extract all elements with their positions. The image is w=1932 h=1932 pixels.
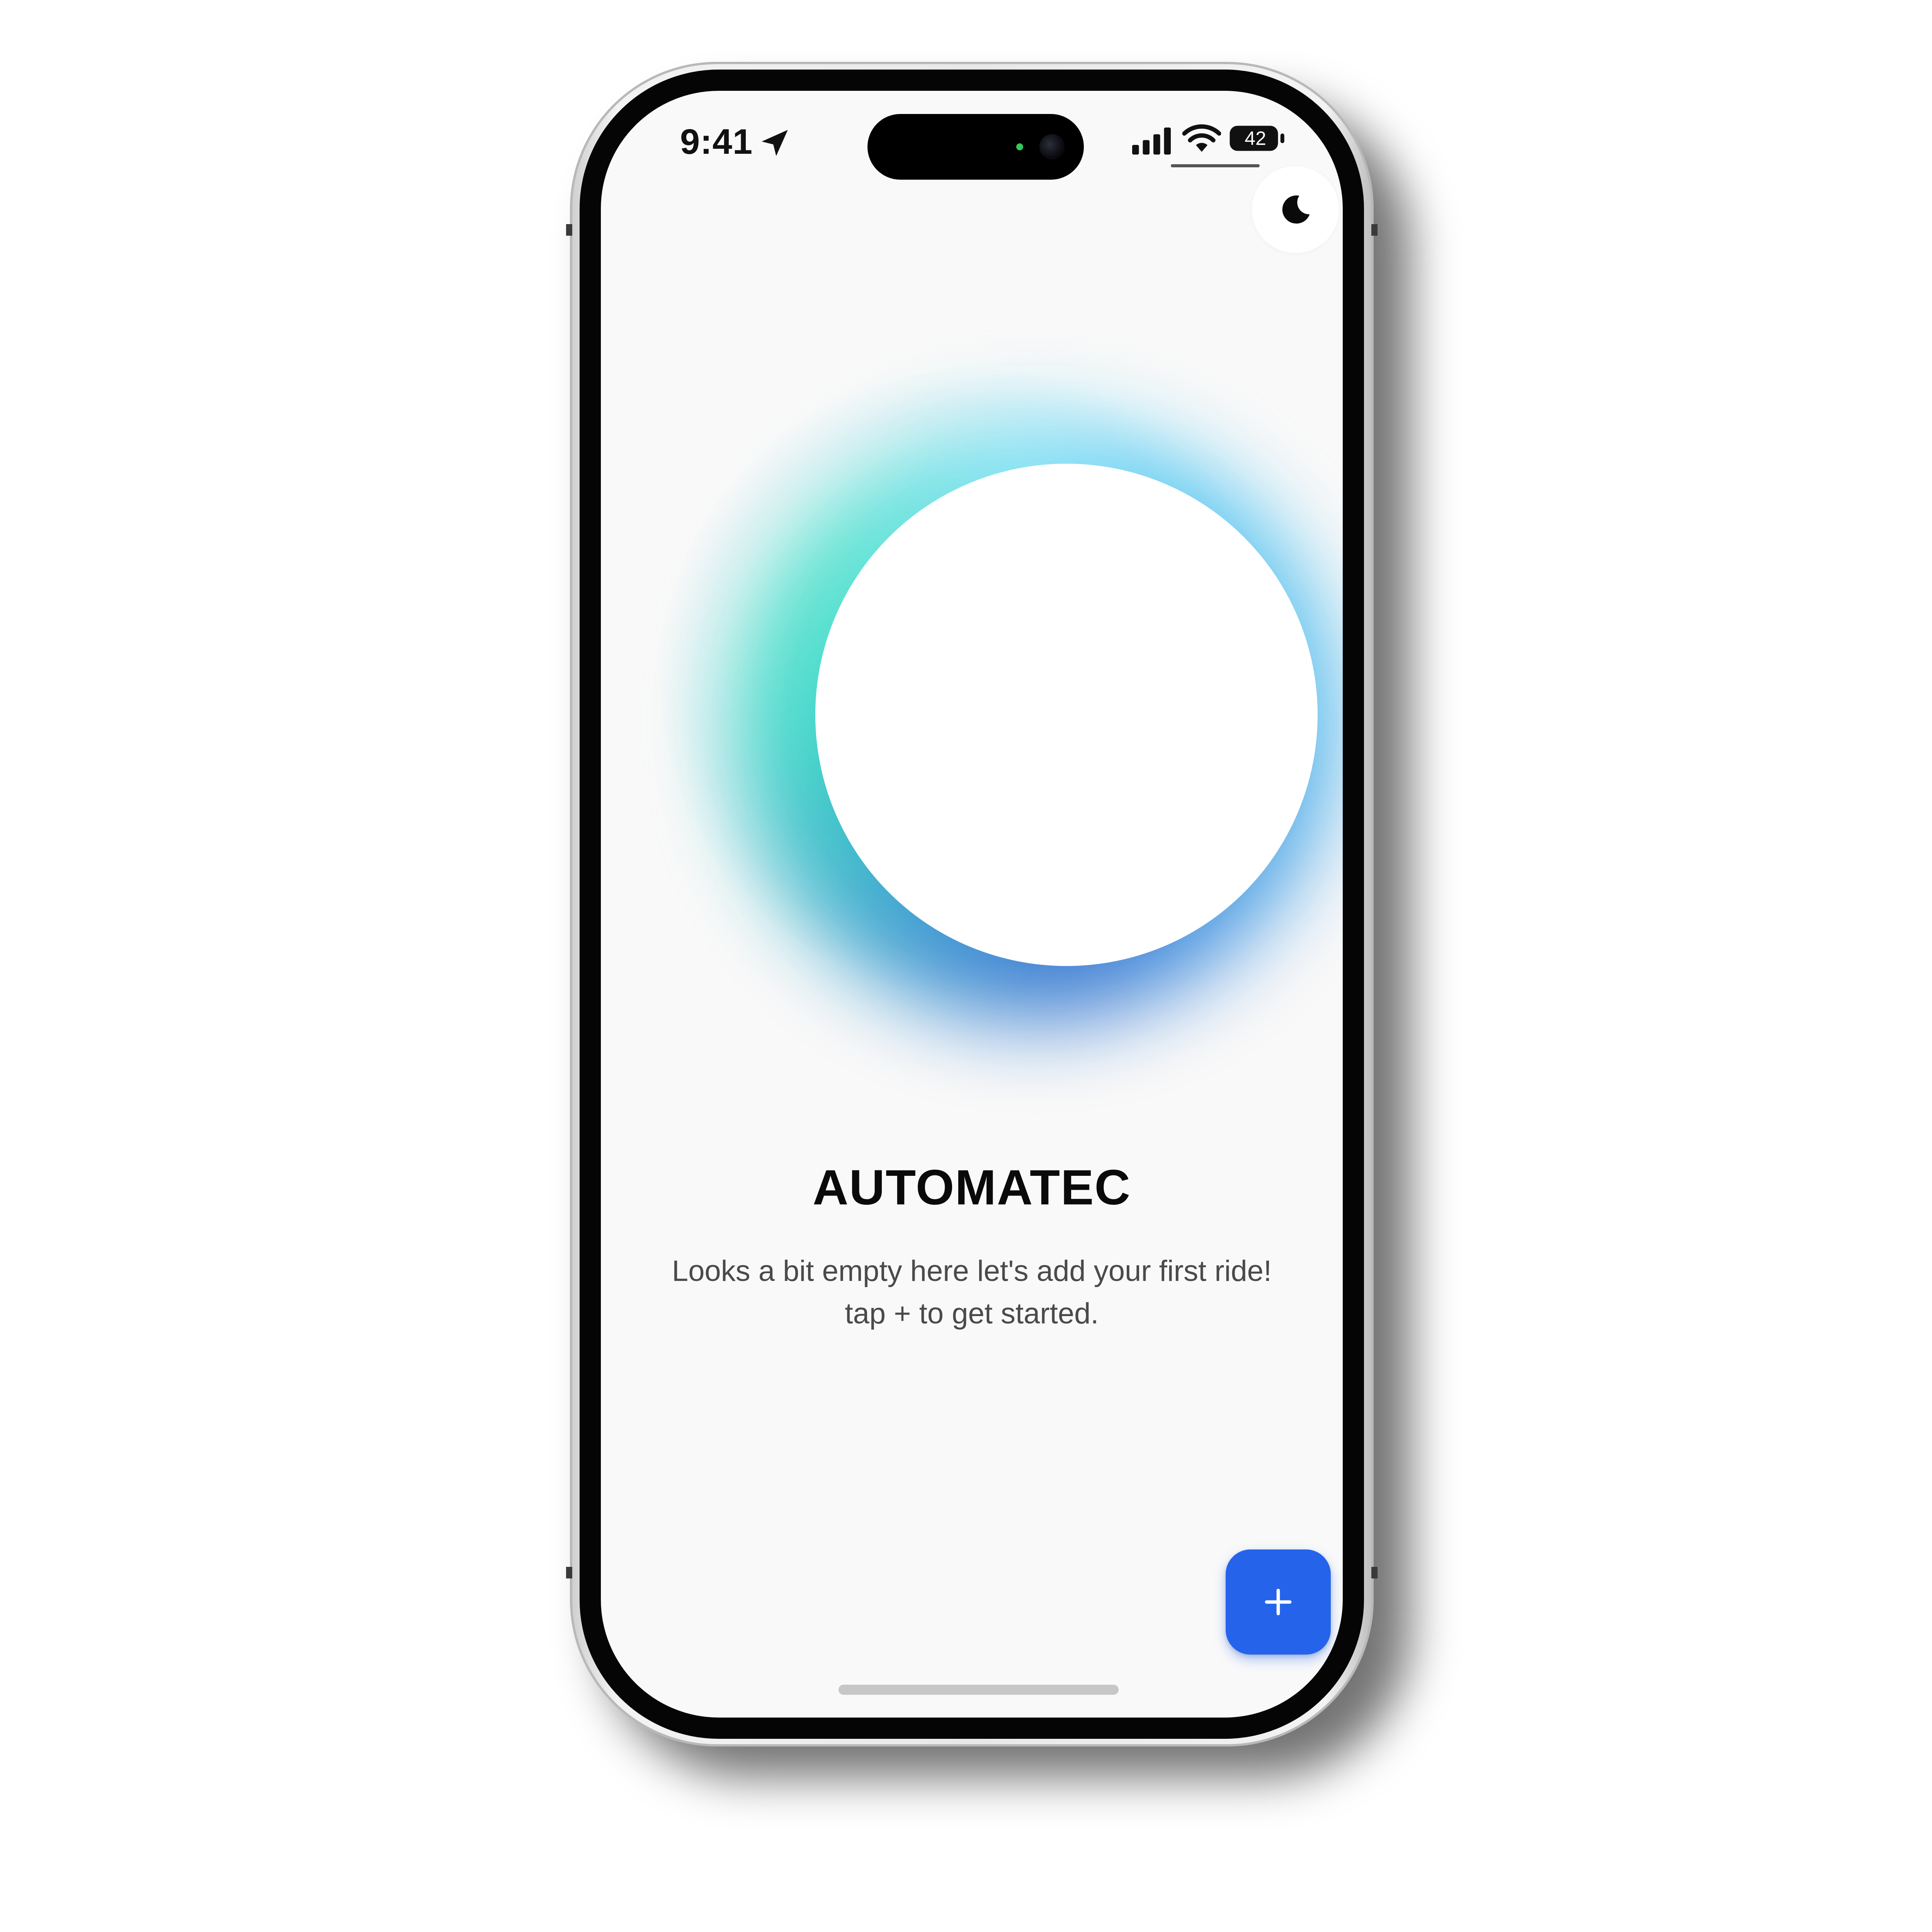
location-arrow-icon <box>762 130 788 156</box>
theme-toggle-button[interactable] <box>1252 166 1339 253</box>
plus-icon <box>1265 1588 1292 1616</box>
status-time: 9:41 <box>680 122 753 162</box>
front-camera <box>1039 134 1065 160</box>
add-ride-button[interactable] <box>1226 1549 1331 1655</box>
empty-state-line: tap + to get started. <box>845 1297 1099 1330</box>
orb-core <box>815 464 1318 966</box>
battery-level: 42 <box>1245 128 1266 149</box>
home-indicator[interactable] <box>838 1685 1119 1695</box>
empty-state-message: Looks a bit empty here let's add your fi… <box>601 1250 1343 1335</box>
wifi-icon <box>1182 124 1221 152</box>
status-underline <box>1171 164 1260 167</box>
app-screen: 9:41 42 AUTOMATEC Looks a bit empty here… <box>601 91 1343 1718</box>
dynamic-island <box>867 114 1084 180</box>
side-button <box>1371 224 1378 236</box>
app-title: AUTOMATEC <box>813 1160 1131 1215</box>
camera-indicator-dot <box>1016 143 1023 150</box>
device-stage: 9:41 42 AUTOMATEC Looks a bit empty here… <box>0 0 1932 1932</box>
side-button <box>566 1567 572 1578</box>
empty-state-line: Looks a bit empty here let's add your fi… <box>672 1255 1272 1287</box>
signal-icon <box>1132 128 1171 155</box>
side-button <box>566 224 572 236</box>
moon-icon <box>1282 195 1310 224</box>
side-button <box>1371 1567 1378 1578</box>
